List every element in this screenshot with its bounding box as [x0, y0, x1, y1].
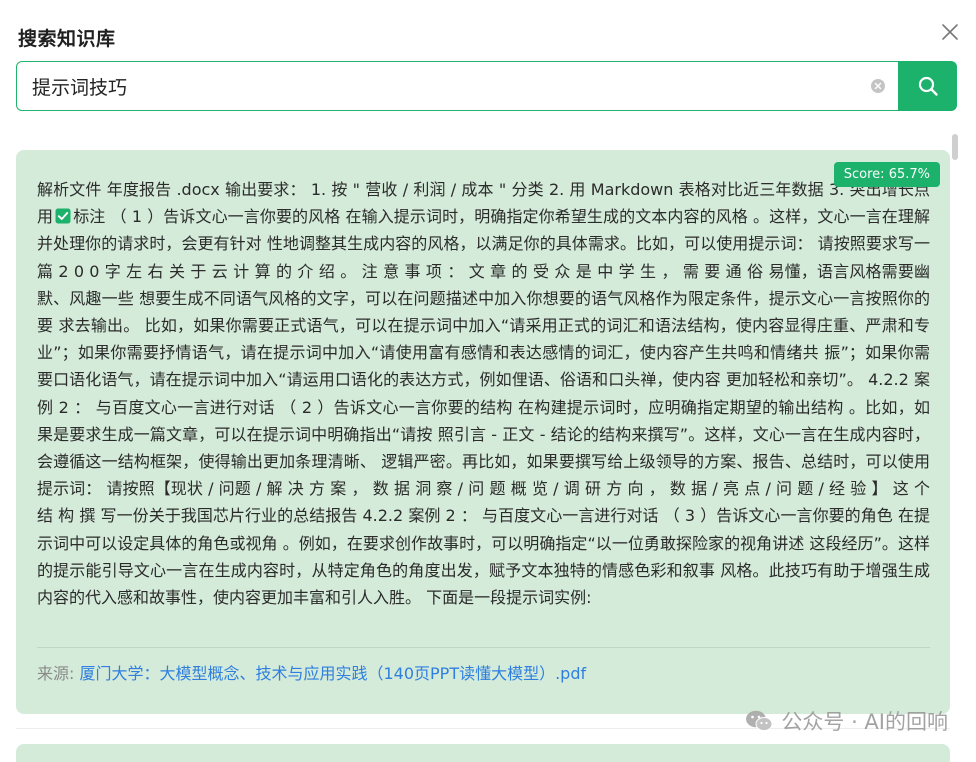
- search-icon: [918, 76, 938, 96]
- results-scrollbar[interactable]: [952, 134, 958, 160]
- score-badge: Score: 65.7%: [833, 162, 940, 187]
- clear-circle-icon: [871, 79, 885, 93]
- check-box-icon: [55, 208, 71, 224]
- clear-button[interactable]: [870, 78, 886, 94]
- source-label: 来源:: [37, 664, 80, 683]
- results-list: Score: 65.7% 解析文件 年度报告 .docx 输出要求： 1. 按 …: [16, 150, 950, 762]
- result-text-part-2: 标注 （ 1 ）告诉文心一言你要的风格 在输入提示词时，明确指定你希望生成的文本…: [37, 207, 930, 608]
- close-icon: [942, 24, 958, 40]
- result-card[interactable]: Score: 65.7% 解析文件 年度报告 .docx 输出要求： 1. 按 …: [16, 150, 950, 714]
- dialog-title: 搜索知识库: [18, 28, 116, 50]
- result-card-next[interactable]: [16, 744, 950, 762]
- search-button[interactable]: [898, 61, 957, 111]
- close-button[interactable]: [938, 20, 962, 44]
- watermark: 公众号 · AI的回响: [745, 706, 948, 736]
- search-input[interactable]: [17, 74, 854, 98]
- result-divider: [37, 647, 930, 648]
- result-source: 来源: 厦门大学：大模型概念、技术与应用实践（140页PPT读懂大模型）.pdf: [37, 660, 930, 684]
- search-knowledge-dialog: 搜索知识库 Score: 65.7% 解析文件 年度报告 .d: [0, 0, 976, 762]
- watermark-text: 公众号 · AI的回响: [781, 710, 948, 734]
- search-input-wrapper: [16, 61, 898, 111]
- result-text: 解析文件 年度报告 .docx 输出要求： 1. 按 " 营收 / 利润 / 成…: [37, 176, 930, 641]
- wechat-icon: [746, 710, 773, 732]
- source-link[interactable]: 厦门大学：大模型概念、技术与应用实践（140页PPT读懂大模型）.pdf: [79, 664, 586, 683]
- search-bar: [16, 61, 957, 111]
